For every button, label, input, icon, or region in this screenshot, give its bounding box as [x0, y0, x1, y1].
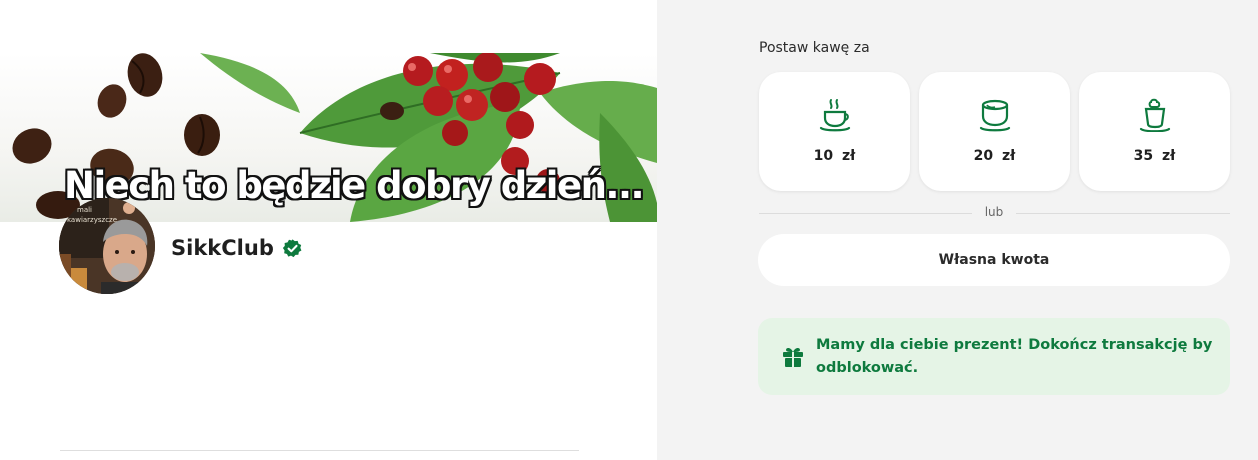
or-separator: lub: [759, 205, 1230, 221]
svg-text:kawiarzyszcze: kawiarzyszcze: [67, 216, 117, 224]
donate-option-35[interactable]: 35 zł: [1079, 72, 1230, 191]
custom-amount-button[interactable]: Własna kwota: [758, 234, 1230, 286]
hot-coffee-icon: [819, 99, 851, 132]
creator-panel: Niech to będzie dobry dzień... mali kawi…: [0, 0, 657, 460]
verified-badge-icon: [282, 238, 302, 257]
banner-caption: Niech to będzie dobry dzień...: [64, 164, 645, 207]
separator-line: [1016, 213, 1230, 214]
coffee-cup-icon: [979, 99, 1011, 132]
divider: [60, 450, 579, 451]
donate-amount: 35 zł: [1133, 148, 1176, 164]
gift-banner: Mamy dla ciebie prezent! Dokończ transak…: [758, 318, 1230, 395]
donate-option-10[interactable]: 10 zł: [759, 72, 910, 191]
separator-line: [759, 213, 972, 214]
creator-name: SikkClub: [171, 236, 274, 260]
donate-prompt: Postaw kawę za: [759, 40, 870, 56]
or-label: lub: [984, 205, 1004, 219]
donate-option-20[interactable]: 20 zł: [919, 72, 1070, 191]
donate-amount: 20 zł: [973, 148, 1016, 164]
latte-glass-icon: [1139, 98, 1171, 132]
creator-name-row: SikkClub: [171, 236, 303, 260]
svg-text:mali: mali: [77, 206, 92, 214]
donate-amount: 10 zł: [813, 148, 856, 164]
gift-icon: [783, 347, 803, 367]
avatar[interactable]: mali kawiarzyszcze: [59, 198, 155, 294]
donation-options: 10 zł 20 zł 35 zł: [759, 72, 1230, 192]
gift-message: Mamy dla ciebie prezent! Dokończ transak…: [816, 337, 1213, 376]
